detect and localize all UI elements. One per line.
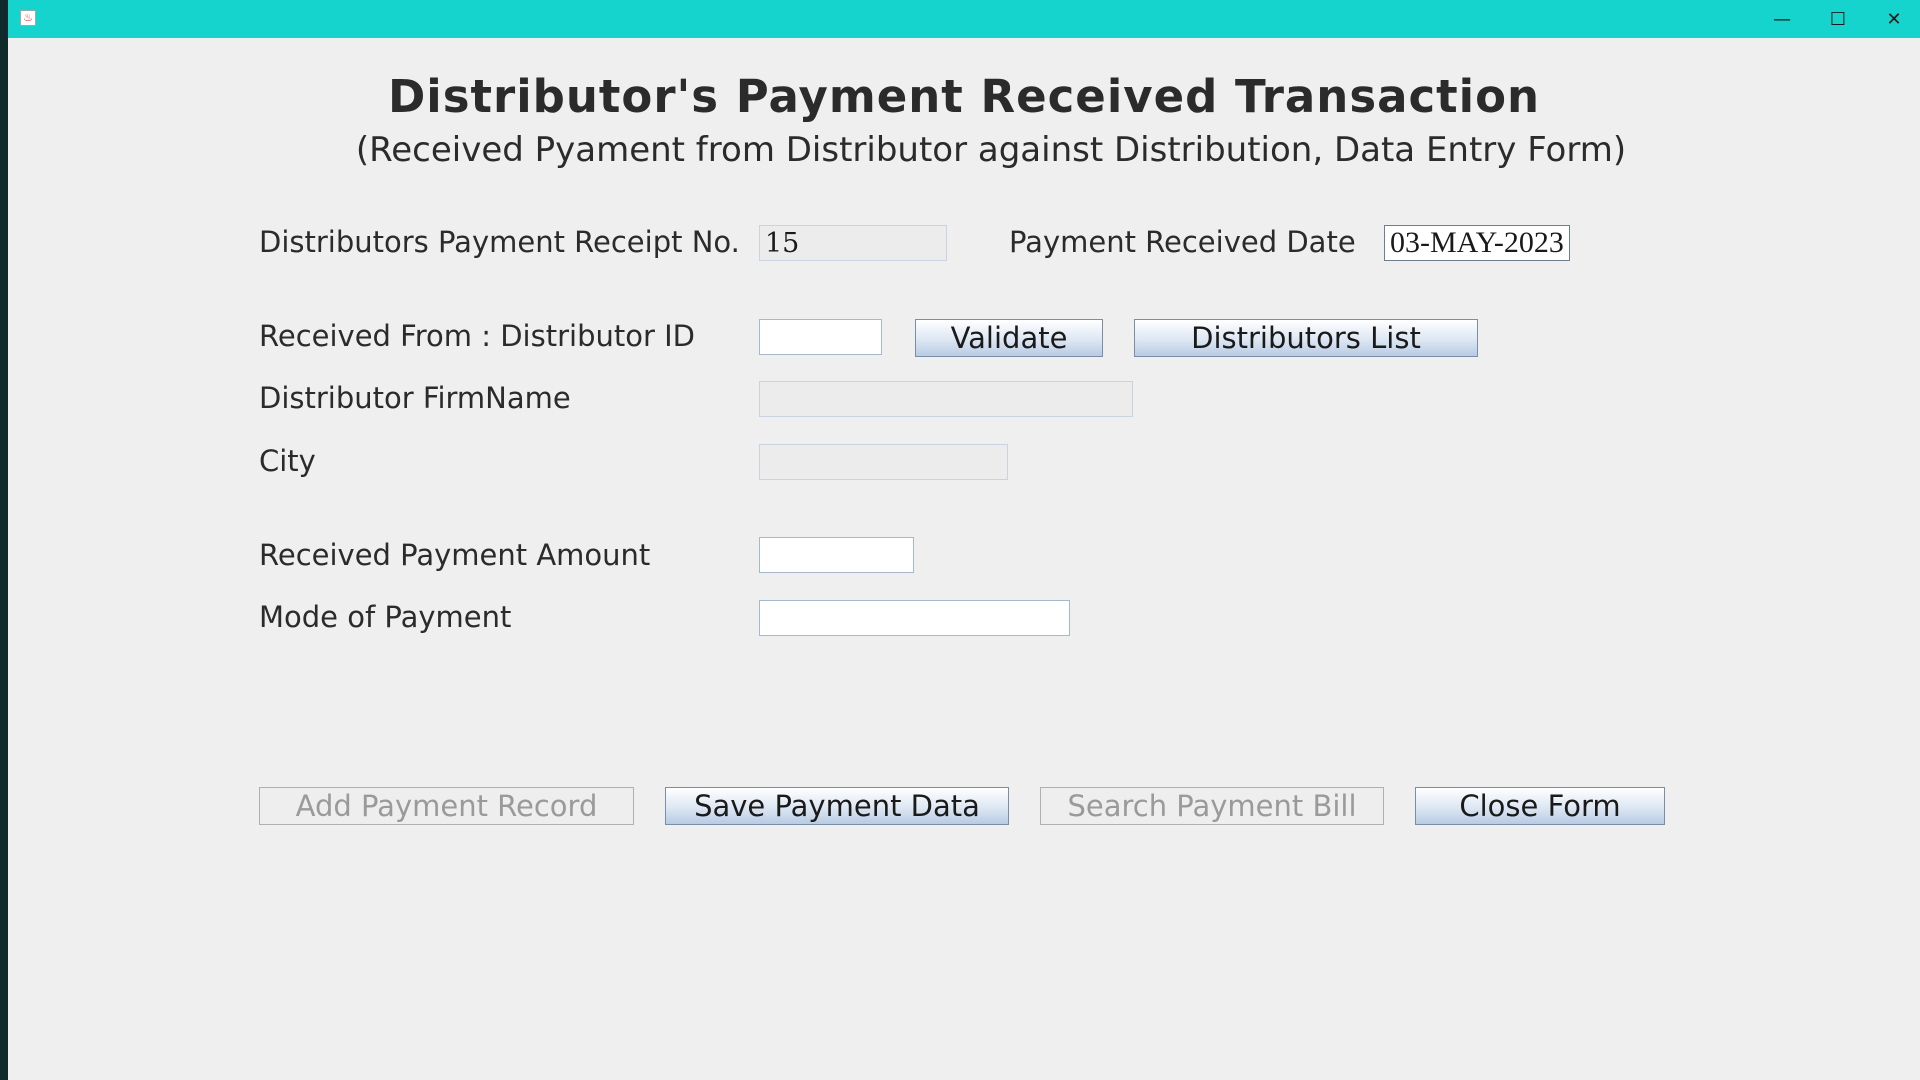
amount-field[interactable] [759, 537, 914, 573]
receipt-no-field[interactable] [759, 225, 947, 261]
received-date-label: Payment Received Date [1009, 225, 1356, 259]
mode-label: Mode of Payment [259, 600, 512, 634]
page-subtitle: (Received Pyament from Distributor again… [355, 130, 1627, 170]
search-payment-bill-button[interactable]: Search Payment Bill [1040, 787, 1384, 825]
distributor-id-field[interactable] [759, 319, 882, 355]
mode-field[interactable] [759, 600, 1070, 636]
save-payment-data-button[interactable]: Save Payment Data [665, 787, 1009, 825]
firm-name-label: Distributor FirmName [259, 381, 571, 415]
city-label: City [259, 444, 316, 478]
received-date-field[interactable] [1384, 225, 1570, 261]
firm-name-field[interactable] [759, 381, 1133, 417]
close-icon[interactable]: ✕ [1866, 0, 1920, 38]
distributors-list-button[interactable]: Distributors List [1134, 319, 1478, 357]
title-bar[interactable]: ♨ — ☐ ✕ [8, 0, 1920, 38]
city-field[interactable] [759, 444, 1008, 480]
minimize-icon[interactable]: — [1754, 0, 1810, 38]
distributor-id-label: Received From : Distributor ID [259, 319, 695, 353]
receipt-no-label: Distributors Payment Receipt No. [259, 225, 740, 259]
amount-label: Received Payment Amount [259, 538, 651, 572]
close-form-button[interactable]: Close Form [1415, 787, 1665, 825]
app-window: ♨ — ☐ ✕ Distributor's Payment Received T… [8, 0, 1920, 1080]
validate-button[interactable]: Validate [915, 319, 1103, 357]
maximize-icon[interactable]: ☐ [1810, 0, 1866, 38]
add-payment-record-button[interactable]: Add Payment Record [259, 787, 634, 825]
java-app-icon[interactable]: ♨ [20, 10, 36, 26]
page-title: Distributor's Payment Received Transacti… [387, 70, 1541, 123]
